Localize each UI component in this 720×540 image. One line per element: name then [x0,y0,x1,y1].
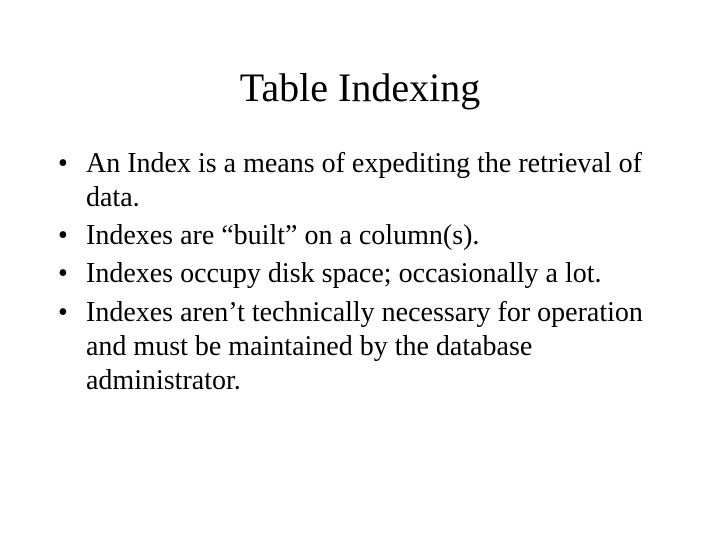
bullet-list: An Index is a means of expediting the re… [48,147,672,398]
list-item: Indexes are “built” on a column(s). [58,219,672,253]
slide-title: Table Indexing [48,64,672,111]
slide: Table Indexing An Index is a means of ex… [0,0,720,540]
list-item: An Index is a means of expediting the re… [58,147,672,215]
list-item: Indexes aren’t technically necessary for… [58,296,672,398]
list-item: Indexes occupy disk space; occasionally … [58,257,672,291]
